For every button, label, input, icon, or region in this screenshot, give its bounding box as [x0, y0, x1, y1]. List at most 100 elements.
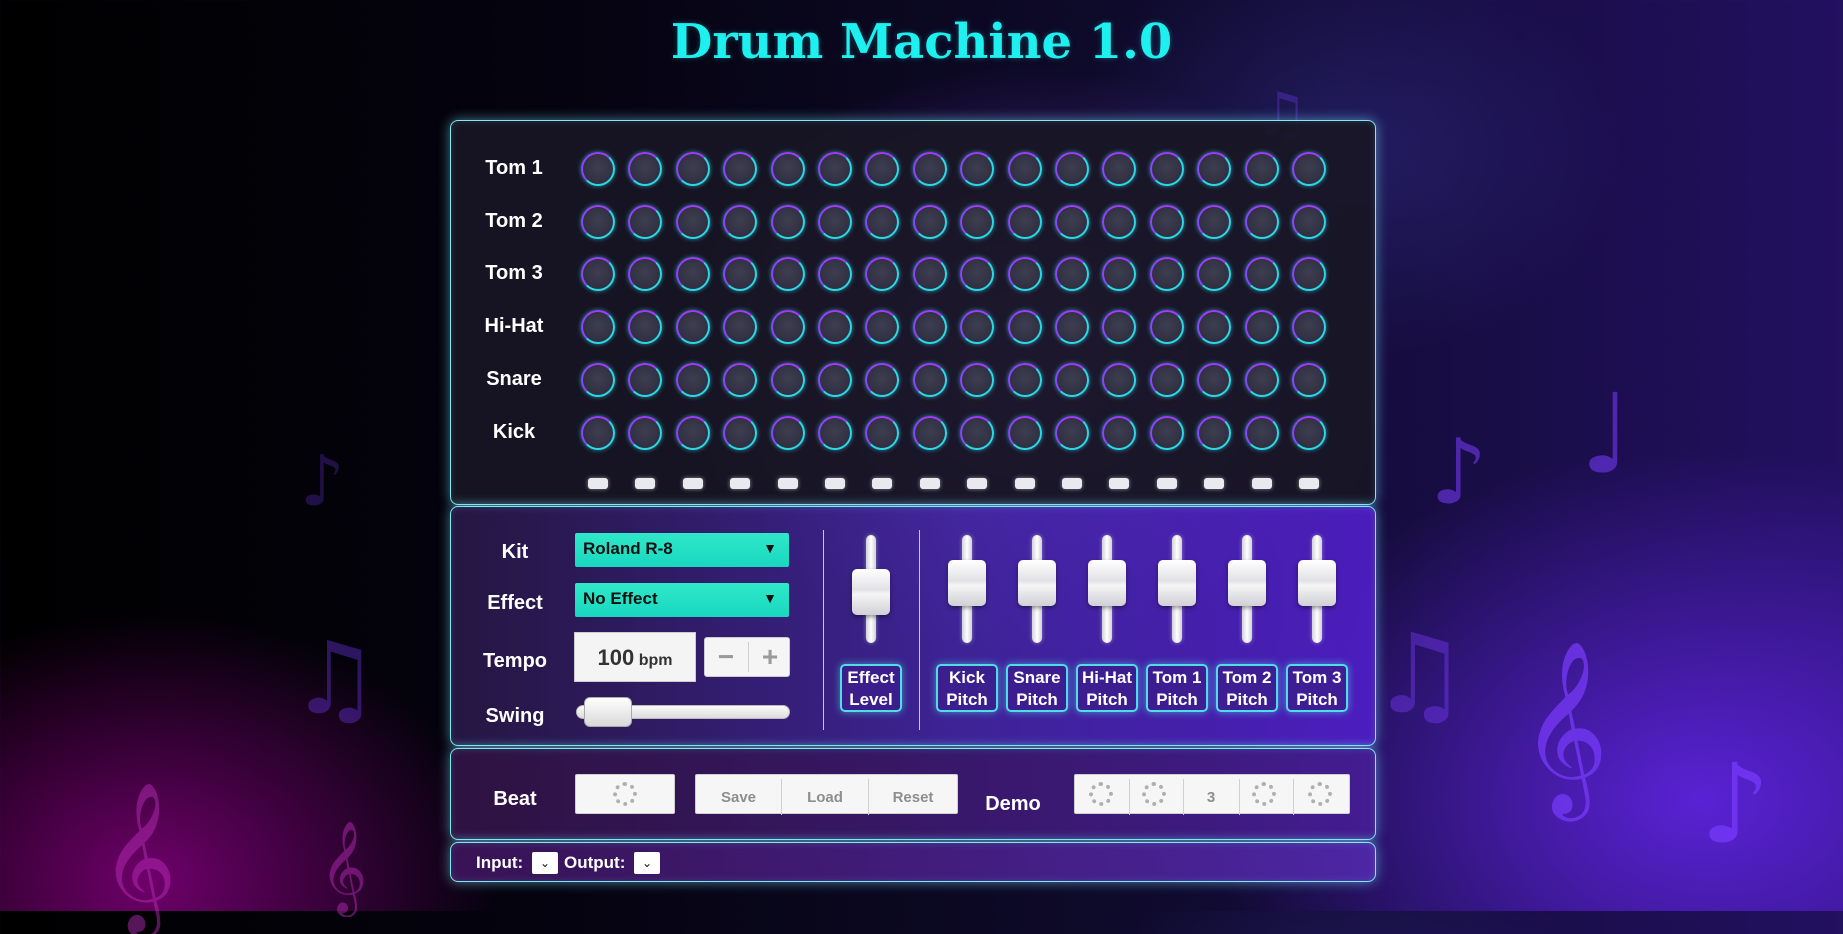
reset-button[interactable]: Reset: [869, 789, 957, 806]
step-pad[interactable]: [1055, 204, 1089, 239]
step-pad[interactable]: [1055, 362, 1089, 397]
step-pad[interactable]: [770, 362, 805, 397]
fader-handle[interactable]: [1158, 559, 1196, 606]
step-pad[interactable]: [1244, 152, 1279, 186]
tempo-decrease-button[interactable]: −: [705, 642, 747, 672]
step-pad[interactable]: [675, 415, 710, 450]
step-pad[interactable]: [1197, 204, 1232, 239]
step-pad[interactable]: [675, 362, 710, 397]
step-pad[interactable]: [723, 362, 758, 397]
first-demo-button[interactable]: [1089, 782, 1113, 806]
fader-handle[interactable]: [1088, 559, 1126, 606]
step-pad[interactable]: [1055, 152, 1089, 186]
fader-label-button[interactable]: Kick Pitch: [936, 664, 998, 712]
input-select[interactable]: ⌄: [532, 852, 558, 874]
step-pad[interactable]: [1244, 204, 1279, 239]
beat-select[interactable]: [575, 774, 675, 814]
step-pad[interactable]: [628, 415, 663, 450]
step-pad[interactable]: [1197, 415, 1232, 450]
step-pad[interactable]: [1007, 204, 1042, 239]
step-pad[interactable]: [1292, 204, 1326, 239]
step-pad[interactable]: [1149, 310, 1184, 345]
effect-select[interactable]: No Effect ▼: [575, 583, 789, 617]
step-pad[interactable]: [865, 204, 900, 239]
step-pad[interactable]: [1244, 415, 1279, 450]
step-pad[interactable]: [818, 310, 852, 345]
step-pad[interactable]: [770, 415, 805, 450]
step-pad[interactable]: [865, 415, 900, 450]
step-pad[interactable]: [1102, 362, 1137, 397]
step-pad[interactable]: [818, 415, 852, 450]
step-pad[interactable]: [912, 152, 947, 186]
fader-handle[interactable]: [948, 559, 986, 606]
fader-label-button[interactable]: Tom 1 Pitch: [1146, 664, 1208, 712]
save-button[interactable]: Save: [696, 789, 781, 806]
next-demo-button[interactable]: [1252, 782, 1276, 806]
step-pad[interactable]: [770, 204, 805, 239]
step-pad[interactable]: [1197, 362, 1232, 397]
fader-label-button[interactable]: Effect Level: [840, 664, 902, 712]
previous-demo-button[interactable]: [1142, 782, 1166, 806]
step-pad[interactable]: [581, 152, 615, 186]
step-pad[interactable]: [1292, 310, 1326, 345]
step-pad[interactable]: [1055, 310, 1089, 345]
step-pad[interactable]: [581, 204, 615, 239]
step-pad[interactable]: [1102, 204, 1137, 239]
step-pad[interactable]: [818, 204, 852, 239]
step-pad[interactable]: [628, 362, 663, 397]
fader-label-button[interactable]: Hi-Hat Pitch: [1076, 664, 1138, 712]
step-pad[interactable]: [1244, 257, 1279, 292]
step-pad[interactable]: [1149, 204, 1184, 239]
step-pad[interactable]: [770, 152, 805, 186]
step-pad[interactable]: [1149, 152, 1184, 186]
tempo-increase-button[interactable]: +: [748, 642, 791, 672]
step-pad[interactable]: [912, 257, 947, 292]
step-pad[interactable]: [960, 204, 995, 239]
fader-handle[interactable]: [1228, 559, 1266, 606]
step-pad[interactable]: [1292, 415, 1326, 450]
swing-slider-handle[interactable]: [584, 697, 633, 727]
step-pad[interactable]: [1007, 310, 1042, 345]
step-pad[interactable]: [1102, 415, 1137, 450]
step-pad[interactable]: [628, 204, 663, 239]
step-pad[interactable]: [723, 204, 758, 239]
step-pad[interactable]: [865, 362, 900, 397]
step-pad[interactable]: [770, 310, 805, 345]
step-pad[interactable]: [1292, 362, 1326, 397]
fader-handle[interactable]: [1018, 559, 1056, 606]
fader-label-button[interactable]: Tom 3 Pitch: [1286, 664, 1348, 712]
step-pad[interactable]: [1055, 415, 1089, 450]
step-pad[interactable]: [1244, 310, 1279, 345]
step-pad[interactable]: [581, 362, 615, 397]
fader-label-button[interactable]: Snare Pitch: [1006, 664, 1068, 712]
step-pad[interactable]: [1244, 362, 1279, 397]
step-pad[interactable]: [960, 415, 995, 450]
step-pad[interactable]: [723, 152, 758, 186]
step-pad[interactable]: [1292, 152, 1326, 186]
step-pad[interactable]: [960, 152, 995, 186]
output-select[interactable]: ⌄: [634, 852, 660, 874]
step-pad[interactable]: [770, 257, 805, 292]
step-pad[interactable]: [912, 204, 947, 239]
step-pad[interactable]: [960, 362, 995, 397]
last-demo-button[interactable]: [1308, 782, 1332, 806]
step-pad[interactable]: [1149, 257, 1184, 292]
tempo-input[interactable]: 100 bpm: [574, 632, 696, 682]
step-pad[interactable]: [912, 362, 947, 397]
step-pad[interactable]: [581, 310, 615, 345]
step-pad[interactable]: [912, 415, 947, 450]
step-pad[interactable]: [1007, 152, 1042, 186]
step-pad[interactable]: [581, 415, 615, 450]
load-button[interactable]: Load: [782, 789, 868, 806]
step-pad[interactable]: [1007, 257, 1042, 292]
fader-label-button[interactable]: Tom 2 Pitch: [1216, 664, 1278, 712]
step-pad[interactable]: [675, 257, 710, 292]
step-pad[interactable]: [1149, 415, 1184, 450]
step-pad[interactable]: [818, 362, 852, 397]
step-pad[interactable]: [675, 204, 710, 239]
step-pad[interactable]: [1007, 415, 1042, 450]
step-pad[interactable]: [818, 152, 852, 186]
step-pad[interactable]: [675, 152, 710, 186]
step-pad[interactable]: [1007, 362, 1042, 397]
step-pad[interactable]: [723, 415, 758, 450]
